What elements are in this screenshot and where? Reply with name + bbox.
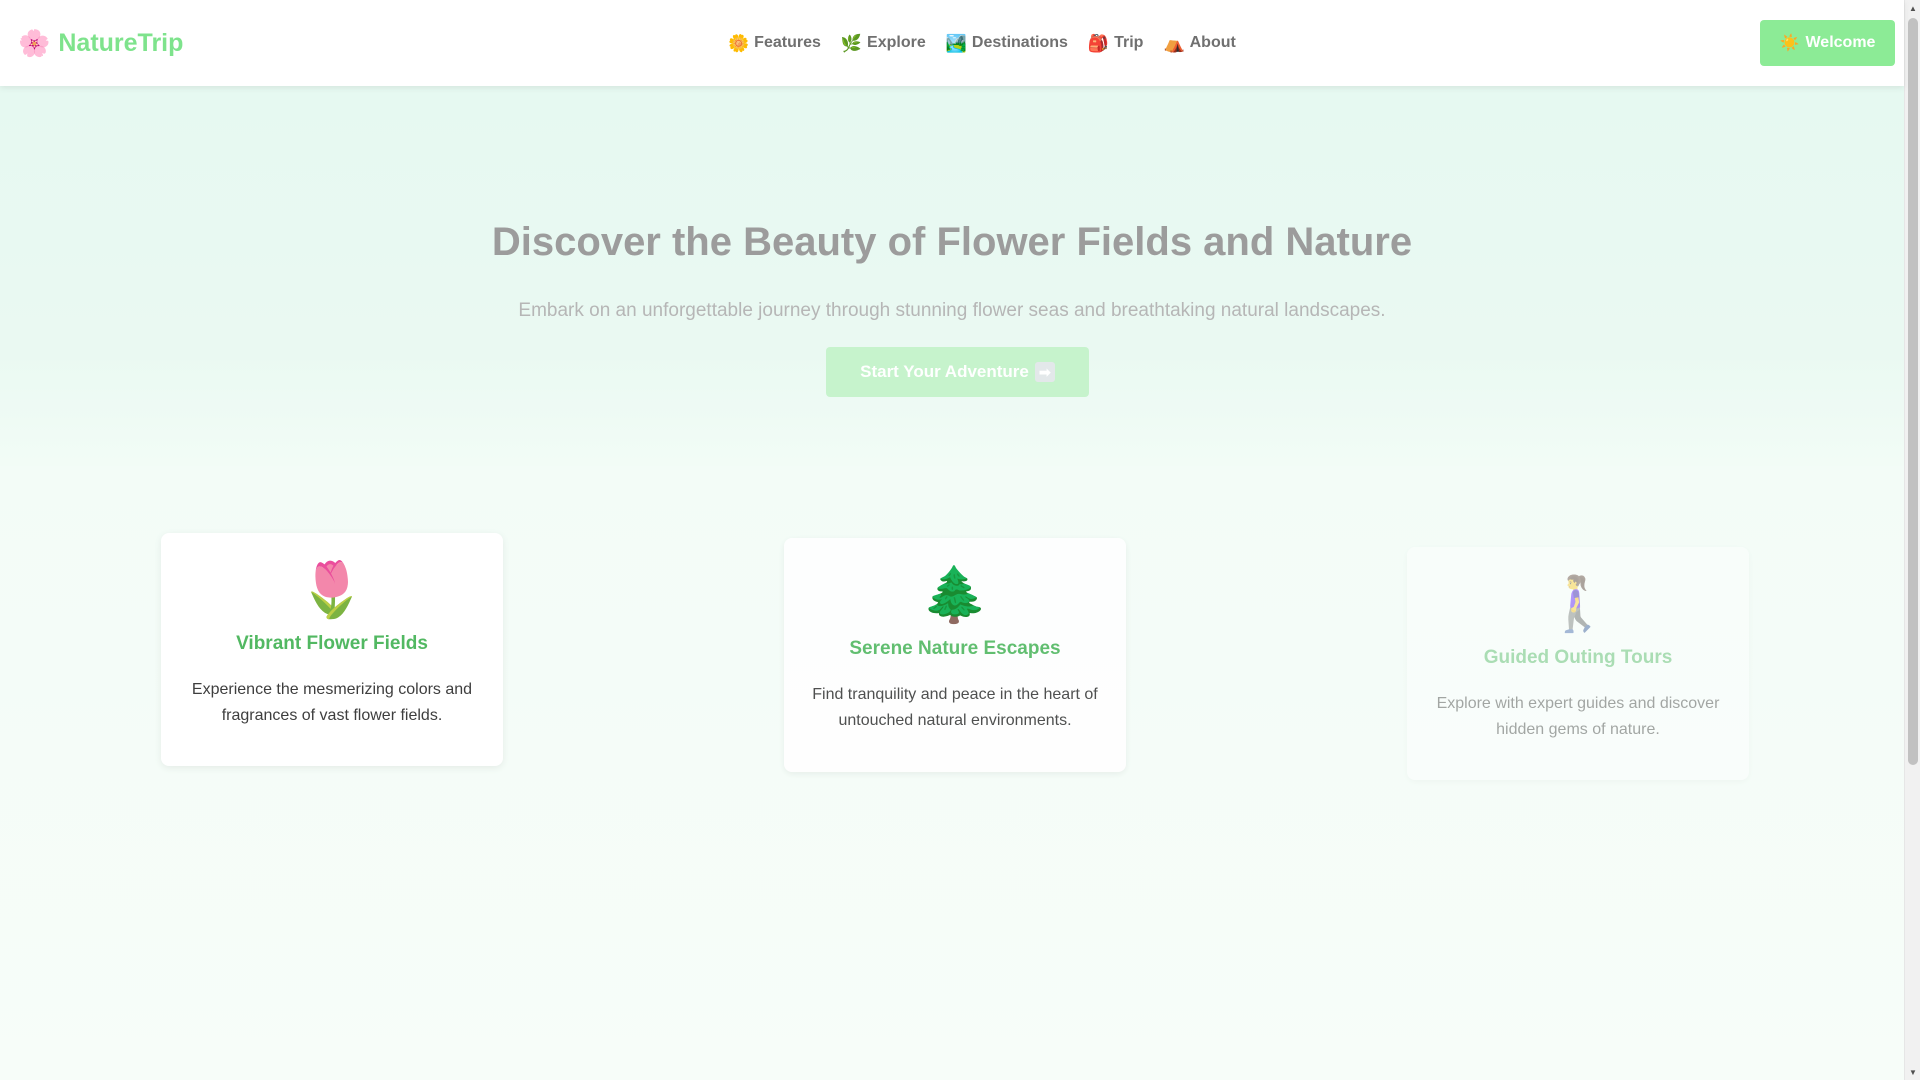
welcome-button-label: Welcome — [1805, 34, 1876, 51]
right-arrow-icon: ➡ — [1034, 362, 1055, 382]
main-nav: 🌼 Features 🌿 Explore 🏞️ Destinations 🎒 T… — [728, 30, 1236, 56]
blossom-icon: 🌼 — [728, 33, 750, 53]
nav-item-explore[interactable]: 🌿 Explore — [841, 34, 926, 52]
vertical-scrollbar[interactable]: ▲ ▼ — [1904, 0, 1920, 1080]
scroll-down-arrow-icon[interactable]: ▼ — [1905, 1064, 1920, 1080]
start-adventure-button[interactable]: Start Your Adventure ➡ — [826, 347, 1089, 397]
feature-card-text: Explore with expert guides and discover … — [1436, 695, 1720, 738]
nav-item-features[interactable]: 🌼 Features — [728, 34, 821, 52]
person-walking-icon: 🚶‍♀️ — [1544, 574, 1612, 634]
herb-icon: 🌿 — [840, 33, 863, 53]
scrollbar-thumb[interactable] — [1908, 18, 1918, 765]
logo-link[interactable]: 🌸 NatureTrip — [18, 24, 183, 62]
feature-card-title: Vibrant Flower Fields — [236, 633, 428, 654]
page: 🌸 NatureTrip 🌼 Features 🌿 Explore 🏞️ Des… — [0, 0, 1920, 1080]
logo-text: NatureTrip — [58, 28, 184, 57]
nav-item-label: About — [1189, 34, 1236, 51]
tulip-icon: 🌷 — [298, 560, 366, 620]
nav-item-label: Trip — [1114, 34, 1144, 51]
feature-card-text: Experience the mesmerizing colors and fr… — [191, 681, 473, 724]
feature-card-title: Serene Nature Escapes — [849, 638, 1061, 659]
hero-subtitle: Embark on an unforgettable journey throu… — [518, 300, 1386, 321]
feature-card-title: Guided Outing Tours — [1483, 647, 1673, 668]
tent-icon: ⛺ — [1163, 33, 1185, 53]
nav-item-label: Features — [754, 34, 821, 51]
top-navbar: 🌸 NatureTrip 🌼 Features 🌿 Explore 🏞️ Des… — [0, 0, 1904, 86]
feature-card-text: Find tranquility and peace in the heart … — [812, 686, 1098, 729]
feature-card-flower-fields: 🌷 Vibrant Flower Fields Experience the m… — [161, 533, 503, 766]
feature-card-guided-tours: 🚶‍♀️ Guided Outing Tours Explore with ex… — [1407, 547, 1749, 780]
hero-title: Discover the Beauty of Flower Fields and… — [491, 220, 1413, 264]
nav-item-label: Destinations — [971, 34, 1068, 51]
national-park-icon: 🏞️ — [945, 33, 967, 53]
evergreen-tree-icon: 🌲 — [921, 565, 989, 625]
start-adventure-label: Start Your Adventure — [860, 362, 1029, 381]
sun-icon: ☀️ — [1779, 35, 1800, 52]
backpack-icon: 🎒 — [1087, 33, 1110, 53]
welcome-button[interactable]: ☀️ Welcome — [1760, 20, 1895, 66]
nav-item-destinations[interactable]: 🏞️ Destinations — [946, 34, 1068, 52]
nav-item-trip[interactable]: 🎒 Trip — [1088, 34, 1144, 52]
cherry-blossom-icon: 🌸 — [18, 28, 51, 58]
nav-item-label: Explore — [867, 34, 926, 51]
feature-card-nature-escapes: 🌲 Serene Nature Escapes Find tranquility… — [784, 538, 1126, 772]
nav-item-about[interactable]: ⛺ About — [1163, 34, 1235, 52]
scroll-up-arrow-icon[interactable]: ▲ — [1905, 0, 1920, 16]
hero-section: Discover the Beauty of Flower Fields and… — [0, 86, 1904, 466]
